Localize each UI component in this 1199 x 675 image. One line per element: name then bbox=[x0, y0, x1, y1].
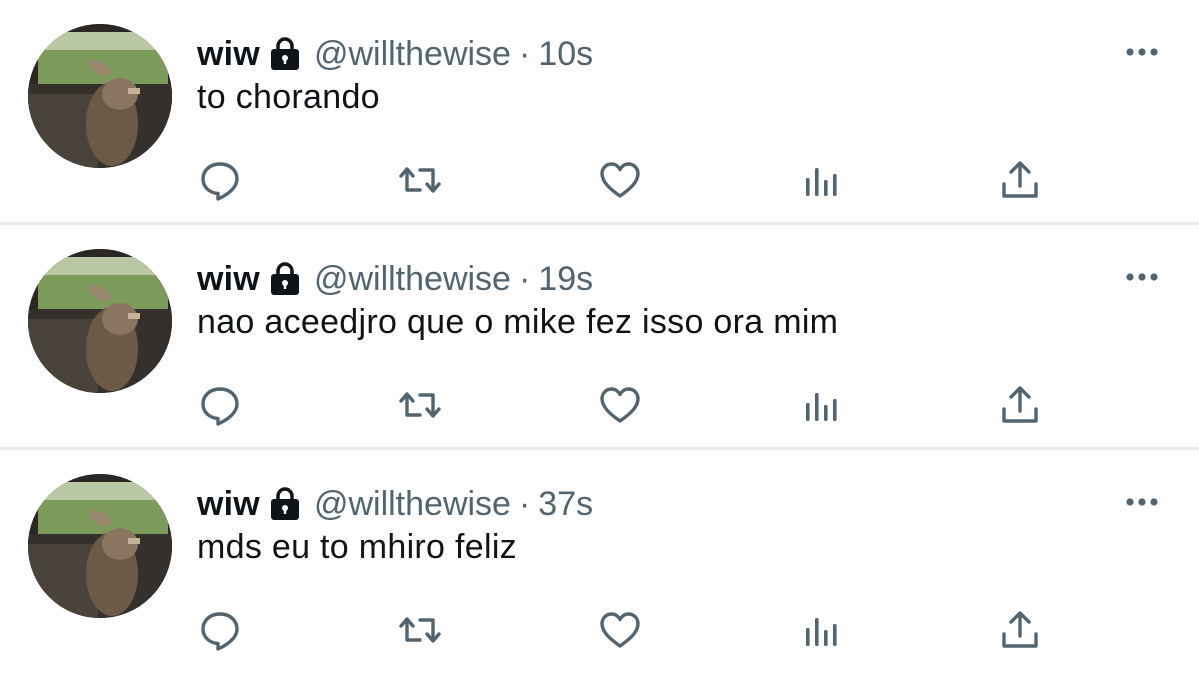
views-icon[interactable] bbox=[800, 383, 844, 427]
retweet-icon[interactable] bbox=[398, 608, 442, 652]
lock-icon bbox=[268, 36, 302, 72]
tweet-header: wiw @willthewise · 19s bbox=[197, 257, 593, 301]
more-icon[interactable] bbox=[1125, 269, 1159, 281]
tweet-actions bbox=[0, 608, 1199, 652]
views-icon[interactable] bbox=[800, 608, 844, 652]
tweet[interactable]: wiw @willthewise · 37s mds eu to mhiro f… bbox=[0, 450, 1199, 675]
tweet-text: mds eu to mhiro feliz bbox=[197, 528, 517, 566]
reply-icon[interactable] bbox=[198, 383, 242, 427]
reply-icon[interactable] bbox=[198, 608, 242, 652]
user-handle[interactable]: @willthewise bbox=[314, 260, 511, 299]
reply-icon[interactable] bbox=[198, 158, 242, 202]
timeline-feed: wiw @willthewise · 10s to chorando wiw @… bbox=[0, 0, 1199, 675]
retweet-icon[interactable] bbox=[398, 158, 442, 202]
timestamp[interactable]: 10s bbox=[538, 35, 593, 74]
timestamp[interactable]: 37s bbox=[538, 485, 593, 524]
share-icon[interactable] bbox=[998, 608, 1042, 652]
display-name[interactable]: wiw bbox=[197, 35, 260, 74]
user-handle[interactable]: @willthewise bbox=[314, 485, 511, 524]
separator-dot: · bbox=[518, 259, 531, 298]
share-icon[interactable] bbox=[998, 158, 1042, 202]
display-name[interactable]: wiw bbox=[197, 485, 260, 524]
tweet[interactable]: wiw @willthewise · 19s nao aceedjro que … bbox=[0, 225, 1199, 450]
tweet-header: wiw @willthewise · 10s bbox=[197, 32, 593, 76]
like-icon[interactable] bbox=[598, 608, 642, 652]
more-icon[interactable] bbox=[1125, 494, 1159, 506]
tweet[interactable]: wiw @willthewise · 10s to chorando bbox=[0, 0, 1199, 225]
user-handle[interactable]: @willthewise bbox=[314, 35, 511, 74]
like-icon[interactable] bbox=[598, 158, 642, 202]
avatar[interactable] bbox=[28, 474, 172, 618]
tweet-text: nao aceedjro que o mike fez isso ora mim bbox=[197, 303, 839, 341]
tweet-actions bbox=[0, 158, 1199, 202]
separator-dot: · bbox=[518, 484, 531, 523]
tweet-text: to chorando bbox=[197, 78, 380, 116]
separator-dot: · bbox=[518, 34, 531, 73]
timestamp[interactable]: 19s bbox=[538, 260, 593, 299]
avatar[interactable] bbox=[28, 249, 172, 393]
lock-icon bbox=[268, 261, 302, 297]
like-icon[interactable] bbox=[598, 383, 642, 427]
more-icon[interactable] bbox=[1125, 44, 1159, 56]
retweet-icon[interactable] bbox=[398, 383, 442, 427]
lock-icon bbox=[268, 486, 302, 522]
share-icon[interactable] bbox=[998, 383, 1042, 427]
views-icon[interactable] bbox=[800, 158, 844, 202]
tweet-actions bbox=[0, 383, 1199, 427]
display-name[interactable]: wiw bbox=[197, 260, 260, 299]
tweet-header: wiw @willthewise · 37s bbox=[197, 482, 593, 526]
avatar[interactable] bbox=[28, 24, 172, 168]
